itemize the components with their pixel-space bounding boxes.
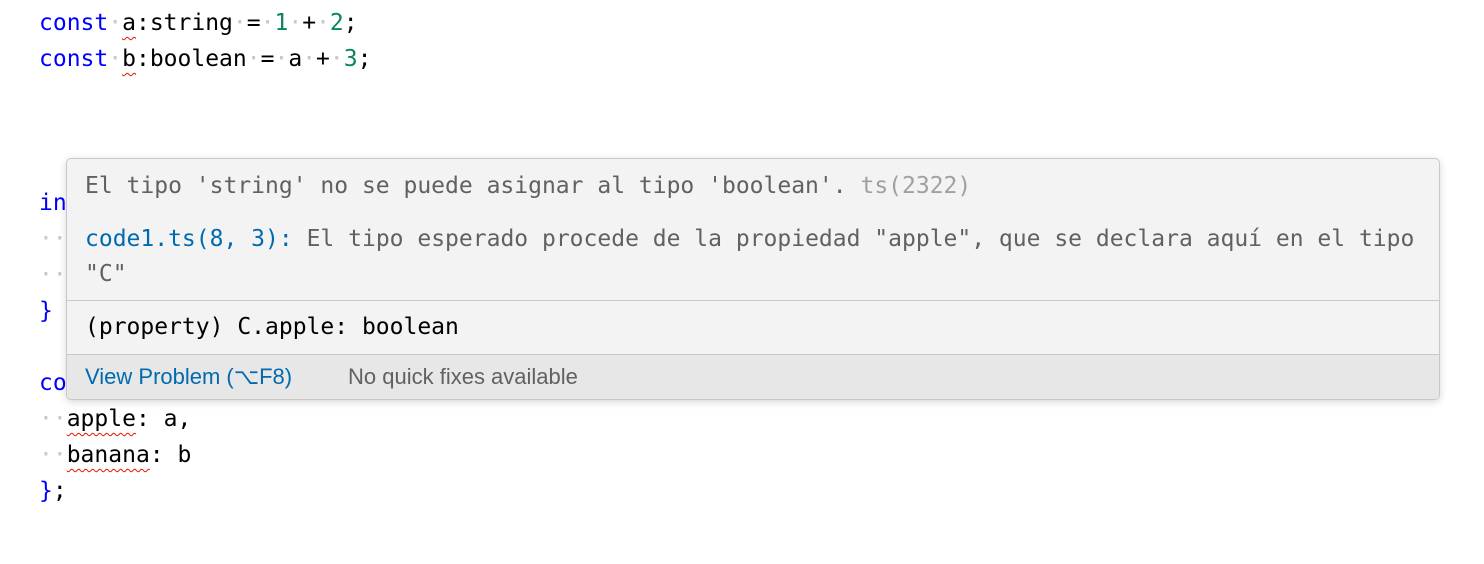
operator: +	[302, 10, 317, 36]
code-line-1[interactable]: const·a:string·=·1·+·2;	[39, 5, 358, 41]
hover-widget[interactable]: El tipo 'string' no se puede asignar al …	[66, 158, 1440, 400]
diagnostic-message: El tipo 'string' no se puede asignar al …	[85, 169, 971, 203]
operator: =	[246, 10, 261, 36]
semicolon: ;	[357, 46, 372, 72]
hover-problem-section: El tipo 'string' no se puede asignar al …	[67, 159, 1439, 300]
variable-reference: a	[288, 46, 303, 72]
hover-type-info: (property) C.apple: boolean	[85, 314, 459, 340]
no-quick-fixes-label: No quick fixes available	[348, 364, 578, 389]
keyword-partial: co	[39, 370, 67, 396]
closing-brace: }	[39, 298, 53, 324]
keyword-partial: in	[39, 190, 67, 216]
code-line-banana[interactable]: ··banana: b	[39, 437, 191, 473]
code-line-const-c[interactable]: co	[39, 365, 67, 401]
related-information: code1.ts(8, 3): El tipo esperado procede…	[85, 222, 1415, 292]
diagnostic-code: ts(2322)	[860, 173, 972, 199]
variable-b[interactable]: b	[122, 46, 136, 72]
code-editor[interactable]: const·a:string·=·1·+·2; const·b:boolean·…	[0, 0, 1484, 564]
hover-status-bar: View Problem (⌥F8) No quick fixes availa…	[67, 355, 1439, 399]
code-line-end[interactable]: };	[39, 473, 67, 509]
property-value: : a,	[135, 406, 192, 432]
code-line-indent-2[interactable]: ··	[39, 257, 67, 293]
type-annotation: :string	[135, 10, 233, 36]
code-line-interface[interactable]: in	[39, 185, 67, 221]
code-line-indent-1[interactable]: ··	[39, 221, 67, 257]
semicolon: ;	[52, 478, 67, 504]
keyword-const: const	[39, 10, 109, 36]
property-banana[interactable]: banana	[67, 442, 150, 468]
diagnostic-text: El tipo 'string' no se puede asignar al …	[85, 173, 847, 199]
closing-brace: }	[39, 478, 53, 504]
operator: =	[260, 46, 275, 72]
code-line-2[interactable]: const·b:boolean·=·a·+·3;	[39, 41, 371, 77]
code-line-apple[interactable]: ··apple: a,	[39, 401, 191, 437]
hover-divider	[67, 300, 1439, 301]
view-problem-link[interactable]: View Problem (⌥F8)	[85, 363, 292, 391]
number-literal: 1	[274, 10, 289, 36]
semicolon: ;	[343, 10, 358, 36]
number-literal: 2	[329, 10, 344, 36]
type-annotation: :boolean	[135, 46, 247, 72]
number-literal: 3	[343, 46, 358, 72]
keyword-const: const	[39, 46, 109, 72]
related-location-link[interactable]: code1.ts(8, 3):	[85, 226, 293, 252]
property-apple[interactable]: apple	[67, 406, 136, 432]
property-value: : b	[149, 442, 192, 468]
code-line-close-brace[interactable]: }	[39, 293, 53, 329]
variable-a[interactable]: a	[122, 10, 136, 36]
operator: +	[316, 46, 330, 72]
